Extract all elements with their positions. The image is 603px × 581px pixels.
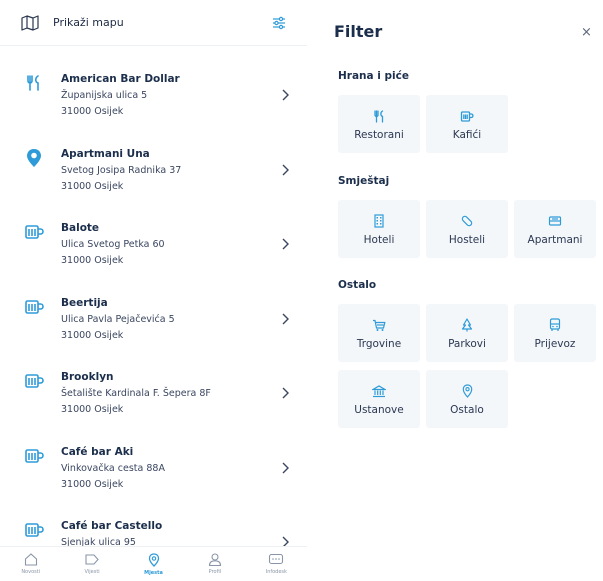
- chevron-right-icon: [282, 238, 289, 250]
- places-panel: Prikaži mapu American Bar Dollar Županij…: [0, 0, 307, 581]
- show-map-bar[interactable]: Prikaži mapu: [0, 0, 307, 46]
- show-map-label: Prikaži mapu: [53, 16, 124, 29]
- filter-tile-apartmani[interactable]: Apartmani: [514, 200, 596, 258]
- coffee-cup-icon: [23, 296, 45, 318]
- place-address: Svetog Josipa Radnika 37: [61, 164, 182, 176]
- filter-tile-ustanove[interactable]: Ustanove: [338, 370, 420, 428]
- location-pin-icon: [462, 384, 473, 398]
- place-name: American Bar Dollar: [61, 73, 180, 85]
- institution-icon: [372, 384, 386, 398]
- tile-label: Trgovine: [356, 338, 402, 350]
- tile-label: Ustanove: [354, 404, 404, 416]
- user-icon: [208, 553, 221, 566]
- close-icon[interactable]: ×: [581, 25, 592, 40]
- section-title-ostalo: Ostalo: [338, 279, 377, 291]
- chevron-right-icon: [282, 313, 289, 324]
- place-city: 31000 Osijek: [61, 180, 124, 192]
- place-name: Apartmani Una: [61, 147, 150, 160]
- nav-label: Novosti: [21, 569, 41, 575]
- nav-label: Vijesti: [84, 569, 100, 575]
- chevron-right-icon: [282, 387, 289, 399]
- place-address: Ulica Svetog Petka 60: [61, 239, 165, 250]
- place-address: Ulica Pavla Pejačevića 5: [61, 313, 175, 325]
- place-address: Šetalište Kardinala F. Šepera 8F: [61, 388, 211, 399]
- restaurant-icon: [23, 72, 45, 94]
- filter-panel: Filter × Hrana i piće Restorani Kafići S…: [317, 0, 603, 581]
- place-city: 31000 Osijek: [61, 404, 124, 415]
- restaurant-icon: [373, 109, 385, 123]
- list-item[interactable]: Beertija Ulica Pavla Pejačevića 5 31000 …: [0, 284, 307, 359]
- place-name: Brooklyn: [61, 371, 114, 383]
- place-city: 31000 Osijek: [61, 329, 124, 341]
- tile-label: Apartmani: [527, 234, 583, 246]
- chevron-right-icon: [282, 89, 289, 101]
- place-name: Café bar Castello: [61, 520, 163, 532]
- list-item[interactable]: Brooklyn Šetalište Kardinala F. Šepera 8…: [0, 358, 307, 433]
- section-title-hrana: Hrana i piće: [338, 70, 409, 82]
- bottom-navigation: Novosti Vijesti Mjesta Profil Infodesk: [0, 546, 307, 581]
- location-pin-icon: [148, 553, 159, 567]
- tile-label: Prijevoz: [534, 338, 576, 350]
- place-city: 31000 Osijek: [61, 106, 124, 117]
- filter-title: Filter: [334, 22, 383, 41]
- list-item[interactable]: Café bar Aki Vinkovačka cesta 88A 31000 …: [0, 433, 307, 508]
- coffee-cup-icon: [23, 370, 45, 392]
- section-title-smjestaj: Smještaj: [338, 175, 390, 187]
- tile-label: Hosteli: [448, 234, 486, 246]
- filter-tile-hosteli[interactable]: Hosteli: [426, 200, 508, 258]
- tile-label: Parkovi: [448, 338, 486, 350]
- nav-label: Profil: [208, 569, 222, 575]
- place-city: 31000 Osijek: [61, 478, 124, 490]
- tile-label: Kafići: [452, 129, 482, 141]
- place-address: Vinkovačka cesta 88A: [61, 462, 165, 474]
- filter-tile-parkovi[interactable]: Parkovi: [426, 304, 508, 362]
- bed-icon: [548, 214, 562, 228]
- bus-icon: [549, 318, 561, 332]
- nav-label: Infodesk: [265, 569, 287, 575]
- place-name: Beertija: [61, 296, 108, 309]
- place-address: Županijska ulica 5: [61, 90, 148, 101]
- place-name: Café bar Aki: [61, 445, 134, 458]
- tree-icon: [461, 318, 473, 332]
- map-icon: [20, 13, 40, 33]
- tile-label: Ostalo: [450, 404, 484, 416]
- places-list: American Bar Dollar Županijska ulica 5 3…: [0, 60, 307, 581]
- nav-label: Mjesta: [144, 570, 163, 576]
- chevron-right-icon: [282, 164, 289, 175]
- filter-tile-trgovine[interactable]: Trgovine: [338, 304, 420, 362]
- nav-item-mjesta[interactable]: Mjesta: [123, 547, 184, 581]
- filter-tile-ostalo[interactable]: Ostalo: [426, 370, 508, 428]
- nav-item-novosti[interactable]: Novosti: [0, 547, 61, 581]
- coffee-cup-icon: [460, 109, 474, 123]
- list-item[interactable]: American Bar Dollar Županijska ulica 5 3…: [0, 60, 307, 135]
- home-icon: [24, 553, 37, 566]
- hotel-building-icon: [374, 214, 384, 228]
- list-item[interactable]: Balote Ulica Svetog Petka 60 31000 Osije…: [0, 209, 307, 284]
- nav-item-infodesk[interactable]: Infodesk: [246, 547, 307, 581]
- pill-tag-icon: [460, 214, 474, 228]
- tile-label: Hoteli: [363, 234, 395, 246]
- tile-label: Restorani: [354, 129, 404, 141]
- coffee-cup-icon: [23, 445, 45, 467]
- filter-tile-hoteli[interactable]: Hoteli: [338, 200, 420, 258]
- list-item[interactable]: Apartmani Una Svetog Josipa Radnika 37 3…: [0, 135, 307, 210]
- place-city: 31000 Osijek: [61, 255, 124, 266]
- filter-tile-prijevoz[interactable]: Prijevoz: [514, 304, 596, 362]
- chevron-right-icon: [282, 462, 289, 473]
- place-name: Balote: [61, 222, 100, 234]
- chat-icon: [269, 553, 284, 565]
- tag-icon: [85, 554, 99, 565]
- filter-tile-kafici[interactable]: Kafići: [426, 95, 508, 153]
- nav-item-profil[interactable]: Profil: [184, 547, 245, 581]
- filter-tile-restorani[interactable]: Restorani: [338, 95, 420, 153]
- filter-sliders-icon[interactable]: [269, 13, 289, 33]
- shopping-cart-icon: [372, 318, 386, 332]
- nav-item-vijesti[interactable]: Vijesti: [61, 547, 122, 581]
- coffee-cup-icon: [23, 519, 45, 541]
- location-pin-icon: [23, 147, 45, 169]
- coffee-cup-icon: [23, 221, 45, 243]
